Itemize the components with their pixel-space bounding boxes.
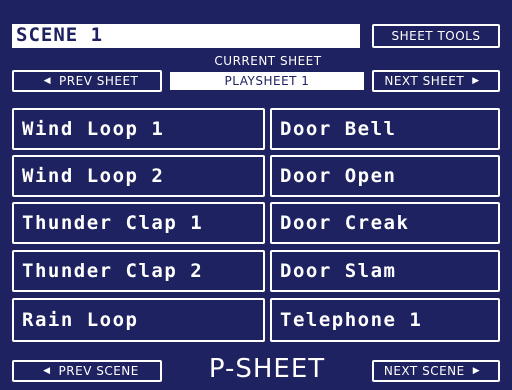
next-scene-button[interactable]: NEXT SCENE ▶: [372, 360, 500, 382]
sound-button-thunder-clap-1[interactable]: Thunder Clap 1: [12, 202, 265, 244]
sound-button-label: Door Slam: [280, 260, 397, 282]
next-scene-label: NEXT SCENE: [383, 364, 465, 378]
mode-label: P-SHEET: [208, 354, 326, 384]
sound-button-label: Thunder Clap 2: [22, 260, 204, 282]
next-sheet-label: NEXT SHEET: [384, 74, 465, 88]
prev-scene-button[interactable]: ◀ PREV SCENE: [12, 360, 162, 382]
prev-sheet-button[interactable]: ◀ PREV SHEET: [12, 70, 162, 92]
sound-button-label: Door Open: [280, 165, 397, 187]
current-sheet-name: PLAYSHEET 1: [170, 72, 364, 90]
sound-button-label: Telephone 1: [280, 309, 423, 331]
right-arrow-icon: ▶: [472, 366, 481, 376]
sound-button-label: Wind Loop 1: [22, 118, 165, 140]
prev-sheet-label: PREV SHEET: [59, 74, 139, 88]
sound-button-wind-loop-1[interactable]: Wind Loop 1: [12, 108, 265, 150]
sound-button-rain-loop[interactable]: Rain Loop: [12, 298, 265, 342]
right-arrow-icon: ▶: [472, 76, 480, 86]
sound-button-door-bell[interactable]: Door Bell: [270, 108, 500, 150]
left-arrow-icon: ◀: [43, 366, 51, 376]
sound-button-thunder-clap-2[interactable]: Thunder Clap 2: [12, 250, 265, 292]
sound-button-telephone-1[interactable]: Telephone 1: [270, 298, 500, 342]
sound-button-label: Wind Loop 2: [22, 165, 165, 187]
prev-scene-label: PREV SCENE: [58, 364, 139, 378]
sound-button-label: Door Creak: [280, 212, 410, 234]
current-sheet-label: CURRENT SHEET: [214, 54, 322, 68]
scene-title: SCENE 1: [12, 24, 360, 48]
sheet-tools-label: SHEET TOOLS: [391, 29, 481, 43]
sound-button-wind-loop-2[interactable]: Wind Loop 2: [12, 155, 265, 197]
sound-button-door-slam[interactable]: Door Slam: [270, 250, 500, 292]
left-arrow-icon: ◀: [43, 76, 52, 86]
sound-button-door-open[interactable]: Door Open: [270, 155, 500, 197]
next-sheet-button[interactable]: NEXT SHEET ▶: [372, 70, 500, 92]
sound-button-label: Rain Loop: [22, 309, 139, 331]
sound-button-door-creak[interactable]: Door Creak: [270, 202, 500, 244]
sound-button-label: Thunder Clap 1: [22, 212, 204, 234]
sound-button-label: Door Bell: [280, 118, 397, 140]
sheet-tools-button[interactable]: SHEET TOOLS: [372, 24, 500, 48]
